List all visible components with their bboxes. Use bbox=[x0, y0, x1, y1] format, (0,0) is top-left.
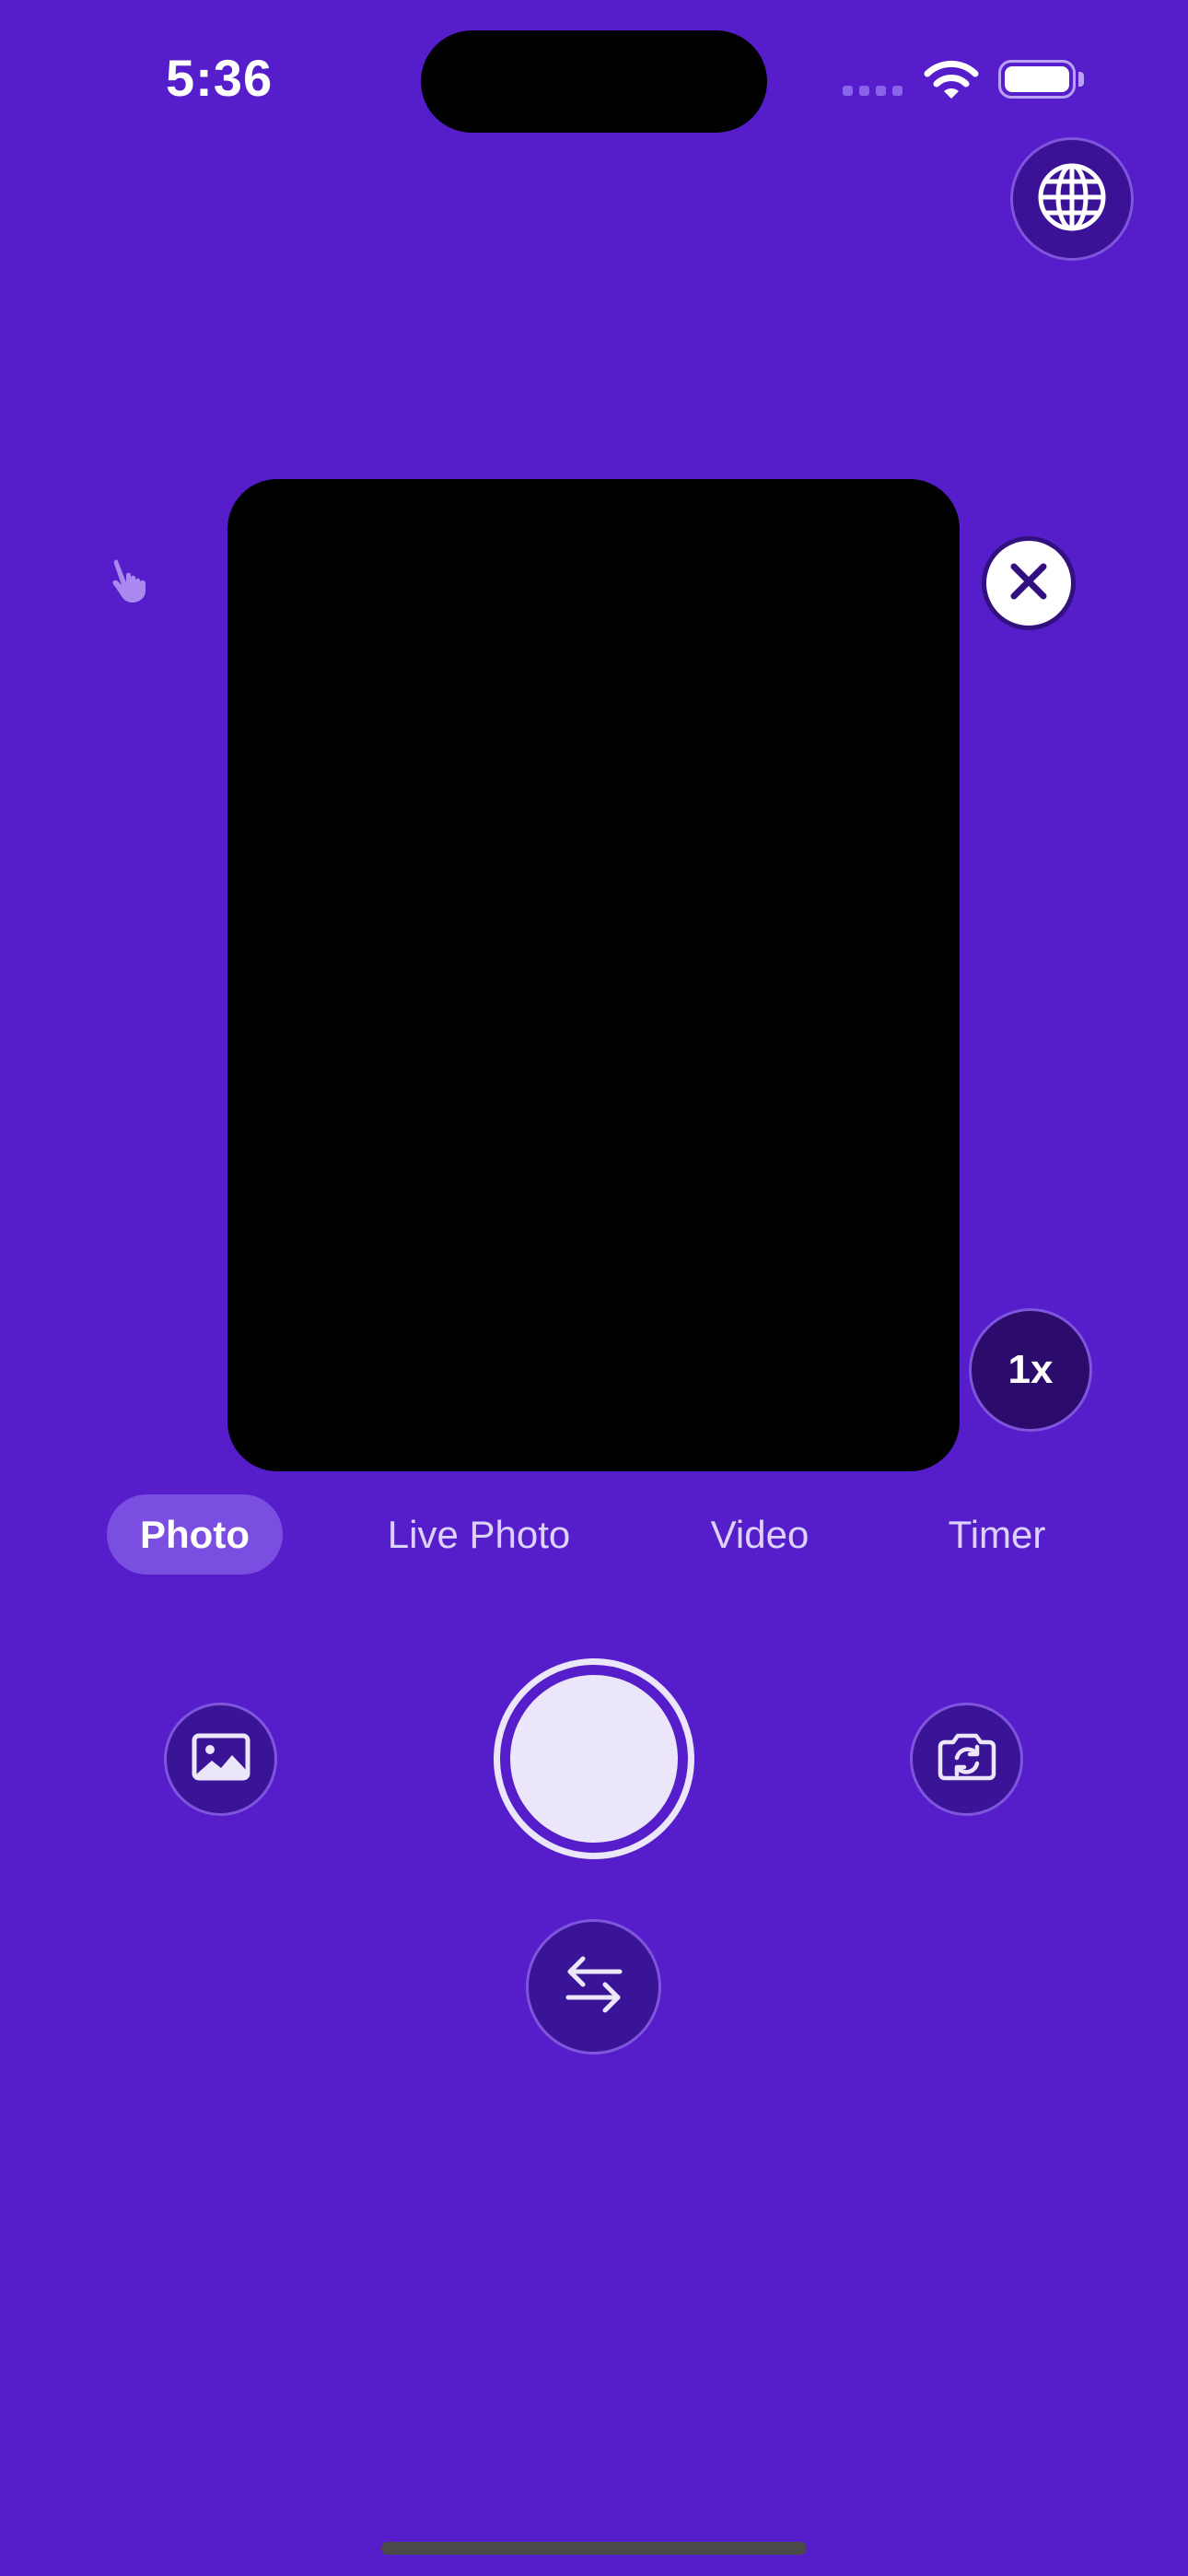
shutter-button[interactable] bbox=[494, 1658, 694, 1859]
swap-arrows-icon bbox=[565, 1953, 623, 2020]
battery-level bbox=[1005, 66, 1069, 92]
camera-flip-icon bbox=[937, 1732, 997, 1786]
battery-cap bbox=[1078, 72, 1084, 87]
globe-icon bbox=[1035, 160, 1109, 239]
gallery-button[interactable] bbox=[164, 1703, 277, 1816]
shutter-inner bbox=[510, 1675, 678, 1843]
close-icon bbox=[1008, 561, 1049, 606]
tab-video[interactable]: Video bbox=[686, 1494, 833, 1575]
tab-live-photo[interactable]: Live Photo bbox=[368, 1494, 589, 1575]
hand-pointer-icon bbox=[109, 556, 157, 603]
wifi-icon bbox=[923, 58, 980, 100]
home-indicator[interactable] bbox=[381, 2542, 807, 2555]
tab-timer[interactable]: Timer bbox=[930, 1494, 1064, 1575]
language-button[interactable] bbox=[1010, 137, 1134, 261]
flip-camera-button[interactable] bbox=[910, 1703, 1023, 1816]
zoom-button[interactable]: 1x bbox=[969, 1308, 1092, 1432]
camera-viewfinder[interactable] bbox=[227, 479, 960, 1471]
dynamic-island bbox=[421, 30, 767, 133]
status-time: 5:36 bbox=[166, 49, 274, 107]
zoom-label: 1x bbox=[1007, 1347, 1054, 1392]
close-button[interactable] bbox=[982, 536, 1076, 630]
cellular-signal-icon bbox=[843, 86, 905, 99]
tab-photo[interactable]: Photo bbox=[107, 1494, 283, 1575]
switch-camera-button[interactable] bbox=[526, 1919, 661, 2055]
photo-library-icon bbox=[192, 1733, 250, 1786]
